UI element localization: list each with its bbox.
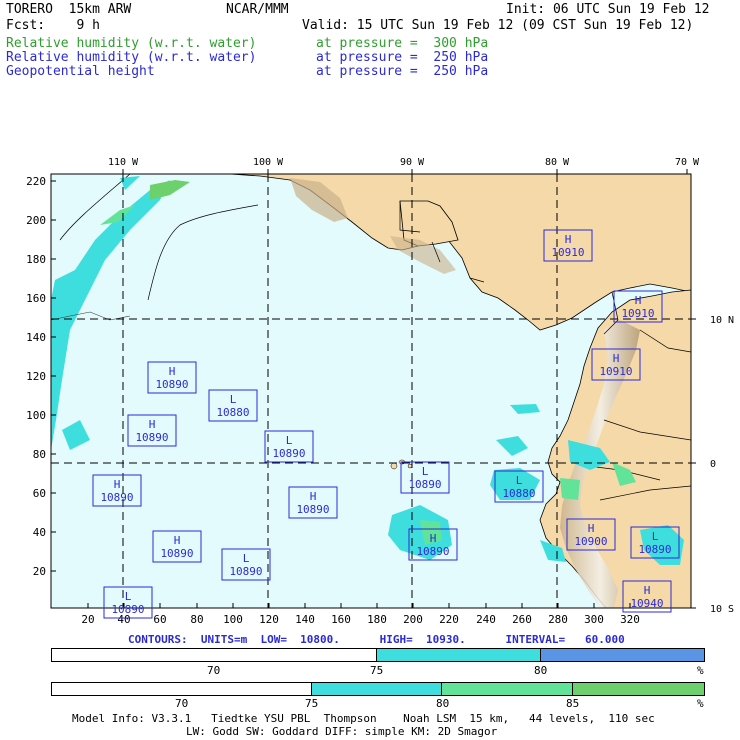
colorbar-1-label-80: 80 [534, 664, 548, 677]
y-tick-label: 100 [26, 409, 46, 422]
x-tick-label: 320 [620, 613, 640, 626]
x-tick-label: 140 [295, 613, 315, 626]
center-type: L [230, 393, 237, 406]
y-tick-label: 220 [26, 175, 46, 188]
longitude-label: 110 W [108, 157, 139, 168]
center-type: H [588, 522, 595, 535]
center-value: 10940 [630, 597, 663, 610]
x-tick-label: 280 [548, 613, 568, 626]
center-value: 10890 [160, 547, 193, 560]
longitude-label: 90 W [400, 157, 425, 168]
x-tick-label: 60 [153, 613, 166, 626]
y-tick-label: 80 [33, 448, 46, 461]
weather-map: 22020018016014012010080604020 20 40 60 80 10… [26, 157, 734, 626]
x-tick-label: 200 [403, 613, 423, 626]
center-value: 10910 [599, 365, 632, 378]
center-value: 10890 [135, 431, 168, 444]
colorbar-2-label-75: 75 [305, 697, 319, 710]
colorbar-1-label-75: 75 [370, 664, 384, 677]
x-tick-label: 300 [584, 613, 604, 626]
latitude-labels: 10 N 0 10 S [691, 315, 734, 615]
center-value: 10890 [272, 447, 305, 460]
center-value: 10890 [416, 545, 449, 558]
y-tick-label: 40 [33, 526, 46, 539]
model-info: Model Info: V3.3.1 Tiedtke YSU PBL Thomp… [72, 712, 655, 725]
contours-info: CONTOURS: UNITS=m LOW= 10800. HIGH= 1093… [128, 633, 625, 646]
center-value: 10910 [621, 307, 654, 320]
longitude-label: 70 W [675, 157, 700, 168]
center-type: H [174, 534, 181, 547]
latitude-label: 10 S [710, 604, 734, 615]
colorbar-2-label-85: 85 [566, 697, 580, 710]
colorbar-1 [51, 648, 705, 662]
physics-info: LW: Godd SW: Goddard DIFF: simple KM: 2D… [186, 725, 498, 738]
center-type: H [114, 478, 121, 491]
center-type: L [516, 474, 523, 487]
colorbar-2-label-80: 80 [436, 697, 450, 710]
center-value: 10880 [502, 487, 535, 500]
center-type: H [310, 490, 317, 503]
y-tick-label: 20 [33, 565, 46, 578]
center-value: 10890 [100, 491, 133, 504]
longitude-label: 100 W [253, 157, 284, 168]
center-type: L [286, 434, 293, 447]
center-type: L [422, 465, 429, 478]
center-type: H [430, 532, 437, 545]
colorbar-2-label-unit: % [697, 697, 704, 710]
x-tick-label: 160 [331, 613, 351, 626]
colorbar-1-label-70: 70 [207, 664, 221, 677]
center-type: H [565, 233, 572, 246]
x-tick-label: 120 [259, 613, 279, 626]
center-type: H [635, 294, 642, 307]
center-type: H [644, 584, 651, 597]
y-tick-label: 120 [26, 370, 46, 383]
x-tick-label: 260 [512, 613, 532, 626]
center-value: 10890 [296, 503, 329, 516]
y-tick-label: 200 [26, 214, 46, 227]
colorbar-2 [51, 682, 705, 696]
colorbar-1-label-unit: % [697, 664, 704, 677]
longitude-label: 80 W [545, 157, 570, 168]
y-tick-label: 160 [26, 292, 46, 305]
latitude-label: 10 N [710, 315, 734, 326]
x-tick-label: 20 [81, 613, 94, 626]
center-value: 10890 [155, 378, 188, 391]
center-type: L [243, 552, 250, 565]
x-tick-label: 100 [223, 613, 243, 626]
center-type: L [652, 530, 659, 543]
center-value: 10890 [111, 603, 144, 616]
x-tick-label: 80 [190, 613, 203, 626]
center-value: 10880 [216, 406, 249, 419]
longitude-labels: 110 W 100 W 90 W 80 W 70 W [108, 157, 700, 174]
center-type: H [169, 365, 176, 378]
y-tick-label: 60 [33, 487, 46, 500]
x-tick-label: 180 [367, 613, 387, 626]
x-tick-label: 220 [439, 613, 459, 626]
center-value: 10890 [229, 565, 262, 578]
y-tick-label: 140 [26, 331, 46, 344]
y-tick-label: 180 [26, 253, 46, 266]
colorbar-2-label-70: 70 [175, 697, 189, 710]
center-type: H [613, 352, 620, 365]
center-value: 10900 [574, 535, 607, 548]
center-type: L [125, 590, 132, 603]
center-value: 10890 [408, 478, 441, 491]
center-value: 10910 [551, 246, 584, 259]
x-tick-label: 240 [476, 613, 496, 626]
latitude-label: 0 [710, 459, 716, 470]
center-type: H [149, 418, 156, 431]
center-value: 10890 [638, 543, 671, 556]
